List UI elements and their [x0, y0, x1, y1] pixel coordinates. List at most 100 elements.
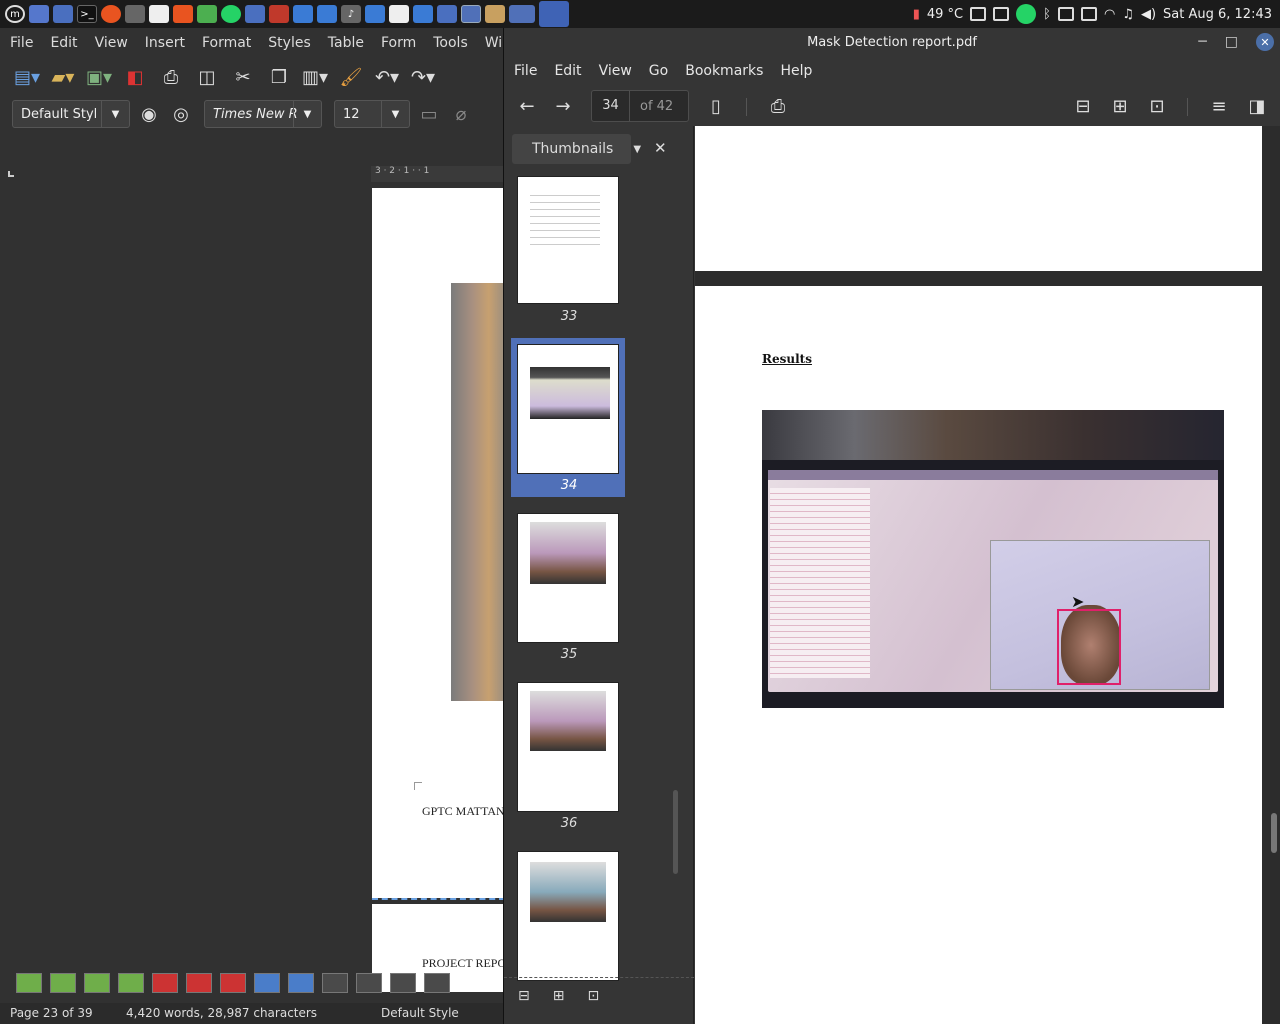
print-icon[interactable]: ⎙: [158, 64, 184, 90]
writer-menu-view[interactable]: View: [91, 35, 132, 51]
archive-icon[interactable]: [485, 5, 505, 23]
writer-menu-tools[interactable]: Tools: [429, 35, 472, 51]
clock[interactable]: Sat Aug 6, 12:43: [1163, 7, 1272, 22]
paragraph-style-select[interactable]: Default Styl ▼: [12, 100, 130, 128]
writer-menu-edit[interactable]: Edit: [46, 35, 81, 51]
writer-menu-insert[interactable]: Insert: [141, 35, 189, 51]
print-icon[interactable]: ⎙: [765, 93, 791, 119]
update-icon[interactable]: [1080, 7, 1097, 21]
thumbnail-page-selected[interactable]: [517, 344, 619, 474]
clear-format-icon[interactable]: ⌀: [448, 101, 474, 127]
pdf-menu-bookmarks[interactable]: Bookmarks: [685, 63, 763, 79]
cut-icon[interactable]: ✂: [230, 64, 256, 90]
terminal-icon[interactable]: >_: [77, 5, 97, 23]
delete-rows-icon[interactable]: [152, 973, 178, 993]
writer-menu-file[interactable]: File: [6, 35, 37, 51]
zoom-out-icon[interactable]: ⊟: [1070, 93, 1096, 119]
font-name-select[interactable]: Times New R ▼: [204, 100, 322, 128]
status-style[interactable]: Default Style: [381, 1006, 459, 1020]
bold-icon[interactable]: ▭: [416, 101, 442, 127]
zoom-in-icon[interactable]: ⊞: [1107, 93, 1133, 119]
thumbnail-page[interactable]: [517, 682, 619, 812]
distribute-icon[interactable]: [390, 973, 416, 993]
mint-menu-icon[interactable]: m: [5, 5, 25, 23]
clipboard-icon[interactable]: [1057, 7, 1074, 21]
split-cells-icon[interactable]: [288, 973, 314, 993]
folder-icon[interactable]: [437, 5, 457, 23]
writer-menu-format[interactable]: Format: [198, 35, 255, 51]
paste-icon[interactable]: ▥▾: [302, 64, 328, 90]
pdf-window-icon[interactable]: [509, 5, 535, 23]
document-page[interactable]: GPTC MATTANN: [372, 188, 513, 898]
chevron-down-icon[interactable]: ▼: [633, 144, 641, 155]
delete-columns-icon[interactable]: [186, 973, 212, 993]
insert-columns-before-icon[interactable]: [84, 973, 110, 993]
chevron-down-icon[interactable]: ▼: [293, 101, 321, 127]
storage-icon[interactable]: [970, 7, 987, 21]
folder-icon[interactable]: [365, 5, 385, 23]
insert-rows-above-icon[interactable]: [16, 973, 42, 993]
pdf-titlebar[interactable]: Mask Detection report.pdf ─ □ ✕: [504, 28, 1280, 56]
pdf-menu-go[interactable]: Go: [649, 63, 668, 79]
copy-icon[interactable]: ❐: [266, 64, 292, 90]
back-arrow-icon[interactable]: ←: [514, 93, 540, 119]
whatsapp-icon[interactable]: [221, 5, 241, 23]
dual-page-icon[interactable]: ◨: [1244, 93, 1270, 119]
new-style-icon[interactable]: ◎: [168, 101, 194, 127]
thumbnail-page[interactable]: [517, 851, 619, 981]
pdf-menu-view[interactable]: View: [599, 63, 632, 79]
merge-cells-icon[interactable]: [254, 973, 280, 993]
close-icon[interactable]: ✕: [1256, 33, 1274, 51]
font-size-select[interactable]: 12 ▼: [334, 100, 410, 128]
horizontal-ruler[interactable]: 3 · 2 · 1 · · 1: [371, 166, 505, 182]
firefox-icon[interactable]: [101, 5, 121, 23]
pdf-menu-help[interactable]: Help: [780, 63, 812, 79]
music-icon[interactable]: ♪: [341, 5, 361, 23]
writer-icon[interactable]: [293, 5, 313, 23]
sidebar-toggle-icon[interactable]: ▯: [703, 93, 729, 119]
maximize-icon[interactable]: □: [1225, 34, 1238, 50]
keyboard-icon[interactable]: [993, 7, 1010, 21]
active-window-icon[interactable]: [461, 5, 481, 23]
print-preview-icon[interactable]: ◫: [194, 64, 220, 90]
page-number-field[interactable]: 34 of 42: [591, 90, 689, 122]
open-folder-icon[interactable]: ▰▾: [50, 64, 76, 90]
music-tray-icon[interactable]: ♫: [1122, 7, 1134, 22]
thumbnail-page[interactable]: [517, 513, 619, 643]
writer-icon[interactable]: [317, 5, 337, 23]
desktop-icon[interactable]: [29, 5, 49, 23]
insert-columns-after-icon[interactable]: [118, 973, 144, 993]
update-style-icon[interactable]: ◉: [136, 101, 162, 127]
undo-icon[interactable]: ↶▾: [374, 64, 400, 90]
document-icon[interactable]: [389, 5, 409, 23]
pdf-icon[interactable]: [269, 5, 289, 23]
align-icon[interactable]: [356, 973, 382, 993]
chevron-down-icon[interactable]: ▼: [101, 101, 129, 127]
optimize-icon[interactable]: [322, 973, 348, 993]
page-number-input[interactable]: 34: [592, 91, 630, 121]
zoom-fit-icon[interactable]: ⊡: [1144, 93, 1170, 119]
thumb-fit-icon[interactable]: ⊡: [587, 988, 599, 1004]
save-icon[interactable]: ▣▾: [86, 64, 112, 90]
thumb-zoom-in-icon[interactable]: ⊞: [553, 988, 565, 1004]
delete-table-icon[interactable]: [220, 973, 246, 993]
window-icon[interactable]: [125, 5, 145, 23]
wifi-icon[interactable]: ◠: [1104, 7, 1115, 22]
close-sidebar-icon[interactable]: ✕: [654, 139, 667, 157]
writer-menu-table[interactable]: Table: [324, 35, 368, 51]
insert-rows-below-icon[interactable]: [50, 973, 76, 993]
bluetooth-icon[interactable]: ᛒ: [1043, 7, 1051, 22]
folder-icon[interactable]: [245, 5, 265, 23]
thumb-zoom-out-icon[interactable]: ⊟: [518, 988, 530, 1004]
writer-menu-form[interactable]: Form: [377, 35, 420, 51]
pdf-menu-file[interactable]: File: [514, 63, 537, 79]
new-document-icon[interactable]: ▤▾: [14, 64, 40, 90]
sidebar-scrollbar[interactable]: [673, 790, 678, 874]
pdf-menu-edit[interactable]: Edit: [554, 63, 581, 79]
table-properties-icon[interactable]: [424, 973, 450, 993]
window-icon[interactable]: [413, 5, 433, 23]
whatsapp-tray-icon[interactable]: [1016, 4, 1037, 24]
document-view[interactable]: Results ➤: [695, 126, 1280, 1024]
thumbnail-page[interactable]: [517, 176, 619, 304]
minimize-icon[interactable]: ─: [1198, 34, 1206, 50]
